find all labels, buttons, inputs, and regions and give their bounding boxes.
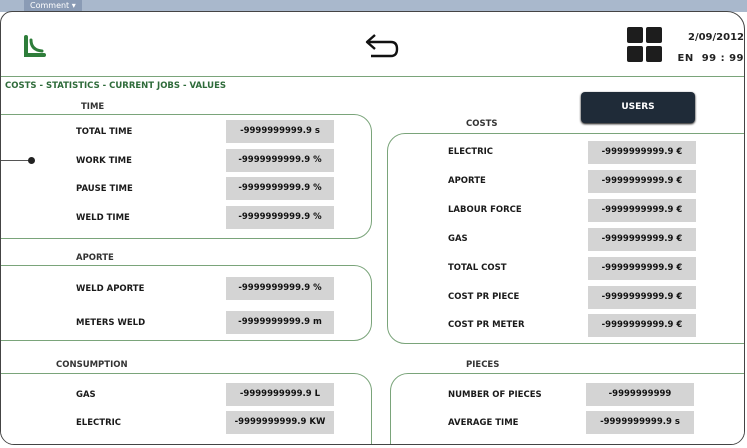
consumption-section-title: CONSUMPTION <box>56 360 128 370</box>
grid-menu-icon[interactable] <box>627 27 663 63</box>
aporte-row-label: METERS WELD <box>76 318 146 328</box>
app-window: 2/09/2012 EN 99 : 99 COSTS - STATISTICS … <box>0 11 745 445</box>
time-section-title: TIME <box>81 102 105 112</box>
total-time-value: -9999999999.9 s <box>226 120 334 143</box>
time-row-label: WELD TIME <box>76 213 130 223</box>
time-row-label: PAUSE TIME <box>76 184 133 194</box>
costs-section-title: COSTS <box>466 119 498 129</box>
electric-cost-value: -9999999999.9 € <box>588 141 696 164</box>
labour-force-cost-value: -9999999999.9 € <box>588 199 696 222</box>
header-bar: 2/09/2012 EN 99 : 99 <box>1 12 744 77</box>
total-cost-value: -9999999999.9 € <box>588 257 696 280</box>
cost-per-piece-value: -9999999999.9 € <box>588 286 696 309</box>
pieces-row-label: AVERAGE TIME <box>448 418 519 428</box>
time-row-label: WORK TIME <box>76 156 132 166</box>
users-button[interactable]: USERS <box>581 92 695 123</box>
language-time-display: EN 99 : 99 <box>677 53 744 64</box>
costs-row-label: COST PR METER <box>448 320 525 330</box>
gas-cost-value: -9999999999.9 € <box>588 228 696 251</box>
aporte-row-label: WELD APORTE <box>76 284 145 294</box>
electric-consumption-value: -9999999999.9 KW <box>226 411 334 434</box>
logo-icon <box>24 35 46 57</box>
average-time-value: -9999999999.9 s <box>586 411 694 434</box>
pieces-row-label: NUMBER OF PIECES <box>448 390 542 400</box>
costs-row-label: TOTAL COST <box>448 263 507 273</box>
back-arrow-icon[interactable] <box>361 30 399 64</box>
weld-time-value: -9999999999.9 % <box>226 206 334 229</box>
costs-row-label: GAS <box>448 234 468 244</box>
costs-row-label: ELECTRIC <box>448 147 494 157</box>
work-time-value: -9999999999.9 % <box>226 149 334 172</box>
weld-aporte-value: -9999999999.9 % <box>226 277 334 300</box>
gas-consumption-value: -9999999999.9 L <box>226 383 334 406</box>
connector-line <box>1 160 31 161</box>
consumption-row-label: GAS <box>76 390 96 400</box>
number-of-pieces-value: -9999999999 <box>586 383 694 406</box>
breadcrumb: COSTS - STATISTICS - CURRENT JOBS - VALU… <box>5 81 227 91</box>
cost-per-meter-value: -9999999999.9 € <box>588 314 696 337</box>
time-row-label: TOTAL TIME <box>76 127 133 137</box>
connector-dot <box>28 157 35 164</box>
date-display: 2/09/2012 <box>687 32 744 43</box>
aporte-cost-value: -9999999999.9 € <box>588 170 696 193</box>
consumption-row-label: ELECTRIC <box>76 418 122 428</box>
costs-row-label: APORTE <box>448 176 486 186</box>
pieces-section-title: PIECES <box>466 360 500 370</box>
aporte-section-title: APORTE <box>76 253 114 263</box>
costs-row-label: LABOUR FORCE <box>448 205 522 215</box>
pause-time-value: -9999999999.9 % <box>226 177 334 200</box>
meters-weld-value: -9999999999.9 m <box>226 311 334 334</box>
costs-row-label: COST PR PIECE <box>448 292 520 302</box>
